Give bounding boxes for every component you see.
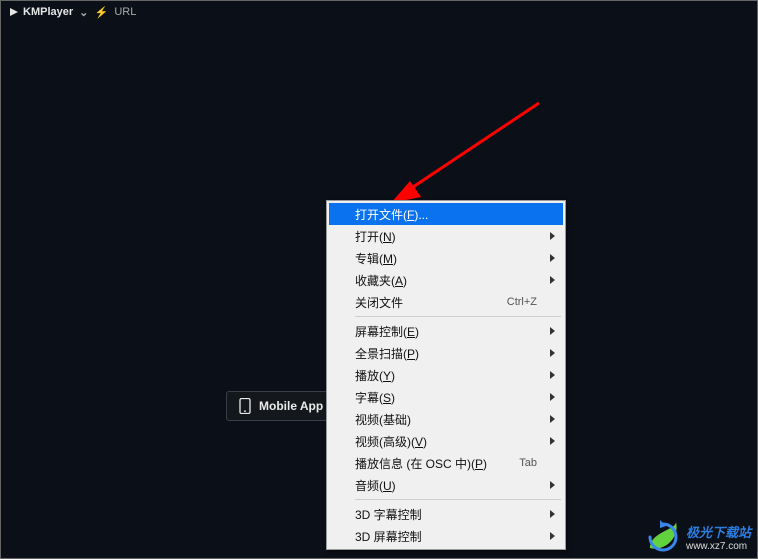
menu-separator	[355, 316, 561, 317]
menu-item-label: 视频(高级)(V)	[355, 433, 427, 450]
submenu-arrow-icon	[550, 327, 555, 335]
menu-item[interactable]: 专辑(M)	[329, 247, 563, 269]
submenu-arrow-icon	[550, 415, 555, 423]
menu-item[interactable]: 3D 字幕控制	[329, 503, 563, 525]
menu-item[interactable]: 打开(N)	[329, 225, 563, 247]
menu-item-label: 打开文件(F)...	[355, 206, 428, 223]
menu-item-label: 关闭文件	[355, 294, 403, 311]
menu-item[interactable]: 关闭文件 Ctrl+Z	[329, 291, 563, 313]
menu-item-label: 播放信息 (在 OSC 中)(P)	[355, 455, 487, 472]
menu-item-label: 专辑(M)	[355, 250, 397, 267]
menu-item-label: 3D 屏幕控制	[355, 528, 422, 545]
watermark-icon	[646, 520, 680, 554]
menu-item-label: 收藏夹(A)	[355, 272, 407, 289]
title-bar: KMPlayer ⌄ ⚡ URL	[1, 1, 757, 23]
menu-item-label: 字幕(S)	[355, 389, 395, 406]
watermark: 极光下载站 www.xz7.com	[646, 520, 751, 554]
watermark-brand: 极光下载站	[686, 522, 751, 541]
menu-item[interactable]: 全景扫描(P)	[329, 342, 563, 364]
menu-item[interactable]: 视频(基础)	[329, 408, 563, 430]
menu-item-label: 播放(Y)	[355, 367, 395, 384]
watermark-url: www.xz7.com	[686, 541, 751, 552]
menu-item-label: 3D 字幕控制	[355, 506, 422, 523]
submenu-arrow-icon	[550, 254, 555, 262]
mobile-app-button[interactable]: Mobile App	[226, 391, 336, 421]
chevron-down-icon[interactable]: ⌄	[79, 6, 88, 19]
submenu-arrow-icon	[550, 437, 555, 445]
submenu-arrow-icon	[550, 276, 555, 284]
submenu-arrow-icon	[550, 349, 555, 357]
app-title: KMPlayer	[23, 6, 73, 18]
menu-item[interactable]: 播放信息 (在 OSC 中)(P) Tab	[329, 452, 563, 474]
url-label[interactable]: URL	[114, 6, 136, 18]
menu-item-shortcut: Tab	[519, 457, 537, 469]
menu-item[interactable]: 播放(Y)	[329, 364, 563, 386]
menu-item[interactable]: 屏幕控制(E)	[329, 320, 563, 342]
submenu-arrow-icon	[550, 232, 555, 240]
mobile-icon	[239, 398, 251, 414]
menu-item-label: 屏幕控制(E)	[355, 323, 419, 340]
menu-item[interactable]: 打开文件(F)...	[329, 203, 563, 225]
menu-item-label: 视频(基础)	[355, 411, 411, 428]
app-logo-icon	[9, 7, 19, 17]
menu-item[interactable]: 音频(U)	[329, 474, 563, 496]
menu-item-label: 打开(N)	[355, 228, 396, 245]
submenu-arrow-icon	[550, 532, 555, 540]
lightning-icon[interactable]: ⚡	[94, 6, 108, 19]
menu-item[interactable]: 字幕(S)	[329, 386, 563, 408]
submenu-arrow-icon	[550, 371, 555, 379]
mobile-app-label: Mobile App	[259, 399, 323, 413]
menu-item[interactable]: 视频(高级)(V)	[329, 430, 563, 452]
menu-item[interactable]: 3D 屏幕控制	[329, 525, 563, 547]
submenu-arrow-icon	[550, 393, 555, 401]
context-menu[interactable]: 打开文件(F)... 打开(N) 专辑(M) 收藏夹(A) 关闭文件 Ctrl+Z 屏幕控制…	[326, 200, 566, 550]
menu-item-label: 全景扫描(P)	[355, 345, 419, 362]
submenu-arrow-icon	[550, 510, 555, 518]
menu-separator	[355, 499, 561, 500]
menu-item-label: 音频(U)	[355, 477, 396, 494]
menu-item-shortcut: Ctrl+Z	[507, 296, 537, 308]
submenu-arrow-icon	[550, 481, 555, 489]
app-logo[interactable]: KMPlayer ⌄	[9, 6, 88, 19]
menu-item[interactable]: 收藏夹(A)	[329, 269, 563, 291]
